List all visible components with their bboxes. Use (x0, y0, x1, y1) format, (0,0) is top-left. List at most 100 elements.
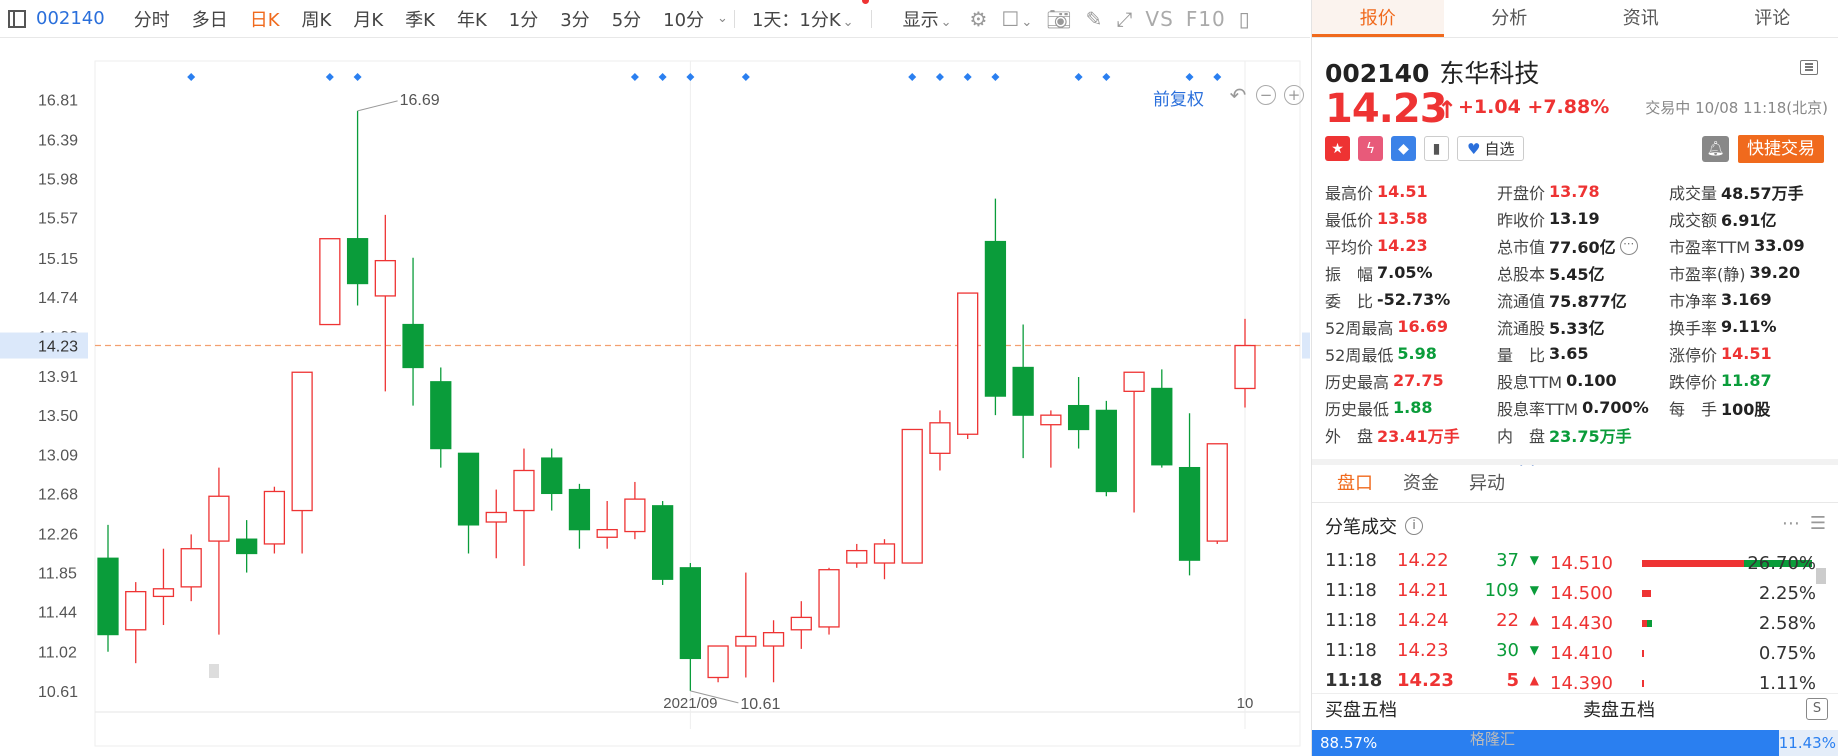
tick-list[interactable]: 11:18 14.22 37 ▼ 11:18 14.21 109 ▼ 11:18 14.24 22 ▲… (1325, 545, 1540, 695)
candle-body[interactable] (402, 323, 424, 369)
candle-body[interactable] (596, 528, 618, 538)
lightning-icon[interactable]: ϟ (1358, 136, 1383, 161)
candle-body[interactable] (707, 645, 729, 679)
tag-icon[interactable]: ◆ (1391, 136, 1416, 161)
candle-body[interactable] (652, 505, 674, 580)
candle-body[interactable] (208, 495, 230, 542)
more-icon[interactable]: ⋯ (1782, 513, 1800, 534)
event-marker[interactable] (1213, 73, 1222, 81)
list-icon[interactable]: ☰ (1810, 513, 1826, 534)
candle-body[interactable] (236, 538, 258, 555)
candle-body[interactable] (846, 549, 868, 564)
period-button[interactable]: 1分 (498, 6, 549, 32)
candle-body[interactable] (1234, 344, 1256, 390)
candle-body[interactable] (346, 238, 369, 285)
camera-icon[interactable]: 📷︎ (1039, 7, 1078, 31)
candle-body[interactable] (319, 238, 341, 326)
display-select[interactable]: 显示 ⌄ (892, 6, 963, 32)
tab-1[interactable]: 分析 (1444, 0, 1576, 37)
candle-body[interactable] (762, 632, 785, 647)
period-button[interactable]: 3分 (549, 6, 600, 32)
scrollbar-thumb[interactable] (209, 664, 219, 678)
candle-body[interactable] (1151, 387, 1173, 466)
period-button[interactable]: 周K (291, 6, 343, 32)
candle-body[interactable] (430, 381, 452, 450)
candle-body[interactable] (1067, 404, 1090, 431)
scrollbar-thumb[interactable] (1816, 568, 1826, 584)
candle-body[interactable] (125, 590, 147, 631)
period-button[interactable]: 多日 (181, 6, 239, 32)
gear-icon[interactable]: ⚙ (962, 7, 994, 31)
event-marker[interactable] (325, 73, 334, 81)
undo-icon[interactable]: ↶ (1228, 85, 1248, 105)
fullscreen-icon[interactable]: ⤢ (1109, 7, 1139, 31)
period-button[interactable]: 10分 (652, 6, 715, 32)
subtab-0[interactable]: 盘口 (1322, 465, 1388, 502)
pencil-icon[interactable]: ✎ (1079, 7, 1110, 31)
subtab-1[interactable]: 资金 (1388, 465, 1454, 502)
candle-body[interactable] (1095, 409, 1117, 493)
tab-3[interactable]: 评论 (1707, 0, 1838, 37)
candle-body[interactable] (1178, 466, 1201, 561)
expand-icon[interactable]: S (1806, 698, 1828, 720)
tab-0[interactable]: 报价 (1312, 0, 1444, 37)
candle-body[interactable] (1040, 414, 1062, 426)
candle-body[interactable] (97, 557, 119, 636)
tab-2[interactable]: 资讯 (1575, 0, 1707, 37)
period-button[interactable]: 日K (239, 6, 291, 32)
candle-body[interactable] (1012, 366, 1034, 416)
candle-body[interactable] (180, 548, 202, 588)
subtab-2[interactable]: 异动 (1454, 465, 1520, 502)
event-marker[interactable] (658, 73, 667, 81)
candle-body[interactable] (541, 457, 563, 495)
f10-button[interactable]: F10 (1180, 7, 1232, 31)
candle-body[interactable] (679, 567, 701, 660)
menu-icon[interactable] (1800, 60, 1818, 75)
candle-body[interactable] (624, 498, 646, 533)
candle-body[interactable] (957, 292, 979, 435)
candle-body[interactable] (984, 240, 1007, 397)
candle-body[interactable] (929, 422, 951, 454)
range-select[interactable]: 1天：1分K ⌄ (741, 6, 865, 32)
candle-body[interactable] (152, 588, 175, 598)
period-button[interactable]: 5分 (601, 6, 652, 32)
zoom-out-icon[interactable]: − (1256, 85, 1276, 105)
price-levels[interactable]: 14.510 26.70% 14.500 2.25% 14.430 2.58% 14.410… (1550, 548, 1830, 698)
period-button[interactable]: 年K (446, 6, 498, 32)
chevron-down-icon[interactable]: ⌄ (717, 11, 728, 26)
candle-body[interactable] (901, 428, 923, 564)
info-icon[interactable]: i (1405, 517, 1423, 535)
stock-code-link[interactable]: 002140 (36, 8, 105, 29)
vs-button[interactable]: VS (1139, 7, 1179, 31)
event-marker[interactable] (1074, 73, 1083, 81)
period-button[interactable]: 分时 (123, 6, 181, 32)
candle-body[interactable] (568, 488, 591, 531)
candle-body[interactable] (873, 543, 896, 564)
bookmark-icon[interactable]: ▮ (1424, 136, 1449, 161)
candle-body[interactable] (457, 452, 480, 526)
candle-body[interactable] (818, 569, 840, 628)
china-flag-icon[interactable]: ★ (1325, 136, 1350, 161)
event-marker[interactable] (741, 73, 750, 81)
sidebar-icon[interactable]: ▯ (1232, 7, 1257, 31)
adjust-mode-button[interactable]: 前复权 (1153, 85, 1204, 110)
event-marker[interactable] (963, 73, 972, 81)
event-marker[interactable] (686, 73, 695, 81)
candle-body[interactable] (291, 371, 313, 512)
candle-body[interactable] (1123, 371, 1145, 392)
event-marker[interactable] (353, 73, 362, 81)
candle-body[interactable] (485, 511, 507, 523)
quick-trade-button[interactable]: 快捷交易 (1738, 135, 1824, 163)
event-marker[interactable] (630, 73, 639, 81)
square-icon[interactable]: ☐ ⌄ (994, 7, 1039, 31)
layout-icon[interactable] (8, 9, 26, 28)
candlestick-chart[interactable]: 16.8116.8116.3916.3915.9815.9815.5715.57… (0, 39, 1310, 756)
candle-body[interactable] (790, 616, 812, 631)
more-icon[interactable]: ⋯ (1619, 236, 1638, 255)
event-marker[interactable] (187, 73, 196, 81)
period-button[interactable]: 月K (342, 6, 394, 32)
candle-body[interactable] (1206, 443, 1228, 542)
add-watchlist-button[interactable]: ♥ 自选 (1457, 136, 1525, 161)
event-marker[interactable] (991, 73, 1000, 81)
period-button[interactable]: 季K (394, 6, 446, 32)
